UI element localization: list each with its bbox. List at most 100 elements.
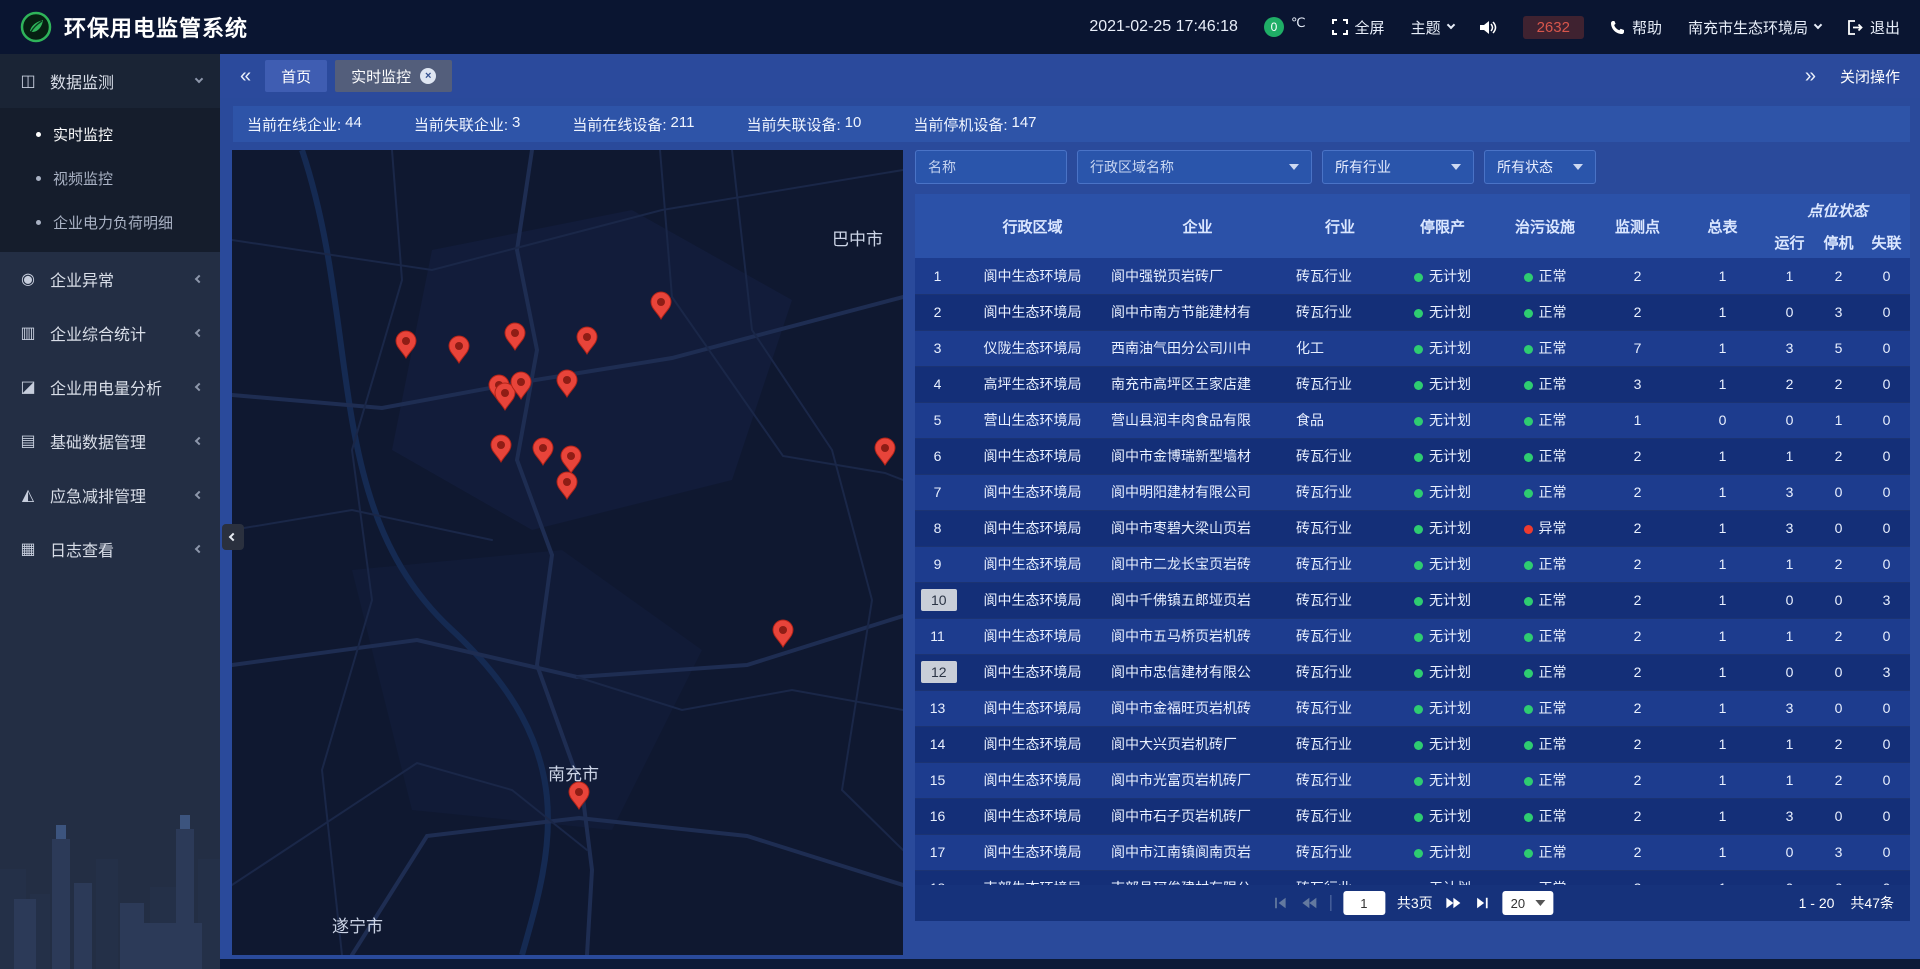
map-canvas: 巴中市南充市遂宁市 [232, 150, 903, 955]
sidebar-group-header[interactable]: ◉企业异常 [0, 252, 220, 306]
pagination-bar: 1 共3页 20 [915, 885, 1910, 921]
industry-filter-select[interactable]: 所有行业 [1322, 150, 1474, 184]
caret-down-icon [1535, 900, 1545, 906]
status-filter-select[interactable]: 所有状态 [1484, 150, 1596, 184]
status-dot-green-icon [1524, 813, 1533, 822]
next-page-button[interactable] [1445, 896, 1463, 910]
table-row[interactable]: 17阆中生态环境局阆中市江南镇阆南页岩砖瓦行业无计划正常21030 [915, 834, 1910, 870]
table-row[interactable]: 15阆中生态环境局阆中市光富页岩机砖厂砖瓦行业无计划正常21120 [915, 762, 1910, 798]
status-filter-value: 所有状态 [1497, 157, 1553, 177]
logout-button[interactable]: 退出 [1847, 17, 1900, 38]
table-row[interactable]: 11阆中生态环境局阆中市五马桥页岩机砖砖瓦行业无计划正常21120 [915, 618, 1910, 654]
status-dot-green-icon [1414, 777, 1423, 786]
tab[interactable]: 首页 [265, 60, 327, 92]
table-row[interactable]: 12阆中生态环境局阆中市忠信建材有限公砖瓦行业无计划正常21003 [915, 654, 1910, 690]
tab[interactable]: 实时监控× [335, 60, 452, 92]
stat-label: 当前失联设备: [746, 114, 840, 135]
col-region: 行政区域 [960, 194, 1105, 258]
col-company: 企业 [1105, 194, 1290, 258]
sidebar-group-header[interactable]: ◪ 企业用电量分析 [0, 360, 220, 414]
sidebar-item[interactable]: 实时监控 [0, 112, 220, 156]
table-row[interactable]: 4高坪生态环境局南充市高坪区王家店建砖瓦行业无计划正常31220 [915, 366, 1910, 402]
col-facility: 治污设施 [1495, 194, 1595, 258]
col-stopped: 停机 [1814, 226, 1863, 258]
page-size-select[interactable]: 20 [1503, 891, 1553, 915]
first-page-button[interactable] [1272, 896, 1288, 910]
sidebar-group-label: 基础数据管理 [50, 429, 146, 453]
help-label: 帮助 [1632, 17, 1662, 38]
logout-icon [1847, 20, 1863, 35]
theme-dropdown[interactable]: 主题 [1411, 17, 1454, 38]
app-title: 环保用电监管系统 [64, 11, 248, 43]
page-number-input[interactable]: 1 [1343, 891, 1385, 915]
total-count-label: 共47条 [1850, 893, 1894, 913]
close-operations-button[interactable]: 关闭操作 [1840, 66, 1900, 87]
map-panel[interactable]: 巴中市南充市遂宁市 [232, 150, 903, 955]
table-row[interactable]: 7阆中生态环境局阆中明阳建材有限公司砖瓦行业无计划正常21300 [915, 474, 1910, 510]
fullscreen-label: 全屏 [1355, 17, 1385, 38]
chevron-down-icon [1446, 21, 1454, 29]
stat-item: 当前停机设备:147 [913, 114, 1036, 135]
table-row[interactable]: 3仪陇生态环境局西南油气田分公司川中化工无计划正常71350 [915, 330, 1910, 366]
last-page-button[interactable] [1475, 896, 1491, 910]
caret-down-icon [1451, 164, 1461, 170]
sidebar: ◫数据监测实时监控视频监控企业电力负荷明细 ◉企业异常▥企业综合统计 ◪ 企业用电量分… [0, 54, 220, 969]
stat-item: 当前失联企业:3 [414, 114, 521, 135]
sidebar-group-label: 应急减排管理 [50, 483, 146, 507]
alarm-count-badge[interactable]: 2632 [1523, 16, 1584, 39]
region-filter-select[interactable]: 行政区域名称 [1077, 150, 1312, 184]
sidebar-item[interactable]: 视频监控 [0, 156, 220, 200]
help-button[interactable]: 帮助 [1610, 17, 1662, 38]
map-collapse-button[interactable] [222, 524, 244, 550]
col-meter: 总表 [1680, 194, 1765, 258]
pagination-info: 1 - 20 共47条 [1799, 885, 1894, 921]
status-dot-green-icon [1524, 417, 1533, 426]
sidebar-group-header[interactable]: ▤基础数据管理 [0, 414, 220, 468]
fullscreen-button[interactable]: 全屏 [1332, 17, 1385, 38]
status-dot-green-icon [1524, 345, 1533, 354]
sidebar-group: ◪ 企业用电量分析 [0, 360, 220, 414]
sidebar-group-label: 企业用电量分析 [50, 375, 162, 399]
sidebar-group-header[interactable]: ◭应急减排管理 [0, 468, 220, 522]
status-dot-green-icon [1524, 705, 1533, 714]
table-row[interactable]: 18南部生态环境局南部县珂俊建材有限公砖瓦行业无计划正常21060 [915, 870, 1910, 885]
sidebar-group-header[interactable]: ▦日志查看 [0, 522, 220, 576]
col-monitor: 监测点 [1595, 194, 1680, 258]
sidebar-group-header[interactable]: ◫数据监测 [0, 54, 220, 108]
col-point-status-group: 点位状态 [1765, 194, 1910, 226]
app-logo-icon [20, 11, 52, 43]
table-row[interactable]: 6阆中生态环境局阆中市金博瑞新型墙材砖瓦行业无计划正常21120 [915, 438, 1910, 474]
status-dot-red-icon [1524, 525, 1533, 534]
tab-close-icon[interactable]: × [420, 68, 436, 84]
prev-page-button[interactable] [1300, 896, 1318, 910]
stats-bar: 当前在线企业:44当前失联企业:3当前在线设备:211当前失联设备:10当前停机… [233, 106, 1910, 142]
logout-label: 退出 [1870, 17, 1900, 38]
status-dot-green-icon [1414, 813, 1423, 822]
stat-item: 当前失联设备:10 [746, 114, 861, 135]
table-row[interactable]: 8阆中生态环境局阆中市枣碧大梁山页岩砖瓦行业无计划异常21300 [915, 510, 1910, 546]
name-filter-input[interactable] [915, 150, 1067, 184]
map-city-label: 巴中市 [832, 230, 883, 249]
stat-label: 当前停机设备: [913, 114, 1007, 135]
sidebar-item[interactable]: 企业电力负荷明细 [0, 200, 220, 244]
org-dropdown[interactable]: 南充市生态环境局 [1688, 17, 1821, 38]
table-row[interactable]: 14阆中生态环境局阆中大兴页岩机砖厂砖瓦行业无计划正常21120 [915, 726, 1910, 762]
alarm-speaker-icon[interactable] [1480, 20, 1497, 35]
table-row[interactable]: 10阆中生态环境局阆中千佛镇五郎垭页岩砖瓦行业无计划正常21003 [915, 582, 1910, 618]
region-filter-value: 行政区域名称 [1090, 157, 1174, 177]
tabs-scroll-left-icon[interactable]: « [234, 65, 257, 88]
table-row[interactable]: 5营山生态环境局营山县润丰肉食品有限食品无计划正常10010 [915, 402, 1910, 438]
tabs-scroll-right-icon[interactable]: » [1799, 65, 1822, 88]
stat-item: 当前在线设备:211 [572, 114, 694, 135]
map-city-label: 南充市 [548, 765, 599, 784]
sidebar-group-header[interactable]: ▥企业综合统计 [0, 306, 220, 360]
table-row[interactable]: 13阆中生态环境局阆中市金福旺页岩机砖砖瓦行业无计划正常21300 [915, 690, 1910, 726]
table-row[interactable]: 1阆中生态环境局阆中强锐页岩砖厂砖瓦行业无计划正常21120 [915, 258, 1910, 294]
table-row[interactable]: 2阆中生态环境局阆中市南方节能建材有砖瓦行业无计划正常21030 [915, 294, 1910, 330]
status-dot-green-icon [1524, 309, 1533, 318]
table-row[interactable]: 9阆中生态环境局阆中市二龙长宝页岩砖砖瓦行业无计划正常21120 [915, 546, 1910, 582]
col-limit: 停限产 [1390, 194, 1495, 258]
analysis-icon: ◪ [18, 377, 38, 397]
status-dot-green-icon [1414, 669, 1423, 678]
table-row[interactable]: 16阆中生态环境局阆中市石子页岩机砖厂砖瓦行业无计划正常21300 [915, 798, 1910, 834]
